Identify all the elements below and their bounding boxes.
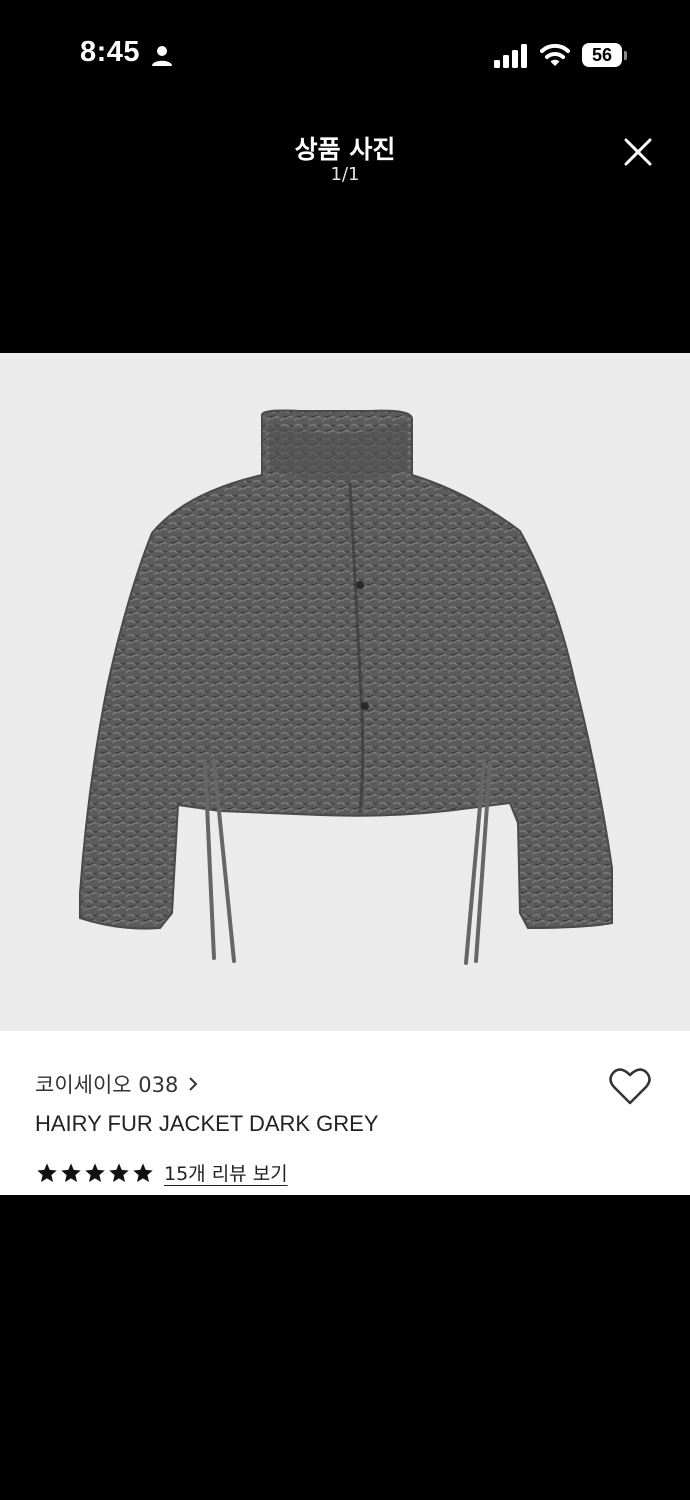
close-icon[interactable] <box>618 132 658 172</box>
star-icon <box>133 1162 153 1182</box>
brand-name: 코이세이오 038 <box>35 1073 179 1097</box>
page-indicator: 1/1 <box>330 164 360 185</box>
signal-icon <box>494 44 527 68</box>
viewer-title: 상품 사진 <box>294 135 396 164</box>
product-image[interactable] <box>0 353 690 1031</box>
rating: 15개 리뷰 보기 <box>36 1159 288 1186</box>
chevron-right-icon <box>189 1077 198 1091</box>
wifi-icon <box>540 43 570 66</box>
viewer-header: 상품 사진 1/1 <box>0 110 690 353</box>
brand-link[interactable]: 코이세이오 038 <box>35 1069 198 1099</box>
star-icon <box>61 1162 81 1182</box>
product-info: 코이세이오 038 HAIRY FUR JACKET DARK GREY 15개… <box>0 1031 690 1195</box>
battery-indicator: 56 <box>582 43 628 69</box>
rating-stars <box>36 1162 156 1184</box>
review-link[interactable]: 15개 리뷰 보기 <box>164 1159 288 1186</box>
fur-jacket-image <box>79 409 613 965</box>
person-icon <box>152 46 172 66</box>
star-icon <box>37 1162 57 1182</box>
star-icon <box>109 1162 129 1182</box>
heart-icon[interactable] <box>608 1067 652 1107</box>
product-name: HAIRY FUR JACKET DARK GREY <box>35 1111 379 1136</box>
star-icon <box>85 1162 105 1182</box>
status-bar: 8:45 56 <box>0 0 690 110</box>
battery-level: 56 <box>591 45 613 65</box>
status-time: 8:45 <box>80 36 141 68</box>
